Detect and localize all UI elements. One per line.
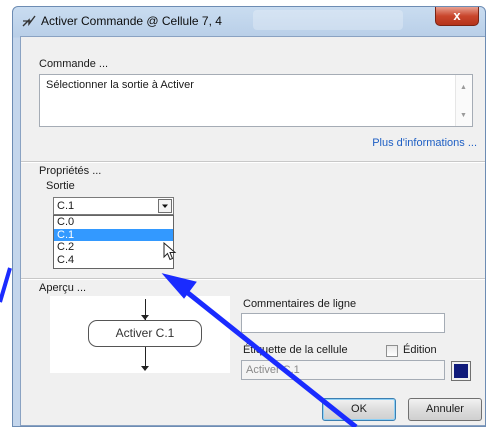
- scroll-up-icon[interactable]: ▲: [460, 84, 467, 91]
- app-icon: [22, 15, 36, 27]
- titlebar-reflection: [253, 10, 403, 30]
- option-c4[interactable]: C.4: [54, 254, 173, 267]
- command-textbox[interactable]: Sélectionner la sortie à Activer ▲ ▼: [39, 74, 473, 127]
- preview-group-label: Aperçu ...: [39, 282, 87, 294]
- mouse-cursor-icon: [163, 242, 177, 261]
- line-comments-input[interactable]: [241, 313, 445, 333]
- output-dropdown-list: C.0 C.1 C.2 C.4: [53, 215, 174, 269]
- properties-group-label: Propriétés ...: [39, 165, 102, 177]
- chevron-down-icon: [162, 204, 168, 208]
- command-group-label: Commande ...: [39, 58, 109, 70]
- ok-button[interactable]: OK: [322, 398, 396, 421]
- line-comments-label: Commentaires de ligne: [243, 298, 357, 310]
- annotation-arrow-left: [0, 267, 12, 303]
- output-select[interactable]: C.1: [53, 197, 174, 215]
- cell-label-input[interactable]: Activer C.1: [241, 360, 445, 380]
- output-selected-value: C.1: [57, 200, 75, 212]
- more-info-link[interactable]: Plus d'informations ...: [372, 137, 477, 149]
- option-c1[interactable]: C.1: [54, 228, 173, 241]
- preview-flow-box: Activer C.1: [88, 320, 202, 347]
- cell-label-value: Activer C.1: [246, 364, 300, 376]
- close-button[interactable]: x: [435, 7, 479, 26]
- title-bar[interactable]: Activer Commande @ Cellule 7, 4 x: [13, 7, 485, 35]
- edit-checkbox[interactable]: [386, 345, 398, 357]
- color-swatch: [454, 364, 468, 378]
- section-divider: [21, 161, 485, 163]
- scroll-down-icon[interactable]: ▼: [460, 112, 467, 119]
- command-text: Sélectionner la sortie à Activer: [46, 79, 194, 91]
- color-picker-button[interactable]: [451, 361, 471, 381]
- command-scrollbar[interactable]: ▲ ▼: [455, 75, 472, 126]
- cancel-button[interactable]: Annuler: [408, 398, 482, 421]
- option-c0[interactable]: C.0: [54, 216, 173, 229]
- edit-checkbox-label: Édition: [403, 344, 437, 356]
- flow-arrow-down-icon: [141, 366, 149, 371]
- dropdown-button[interactable]: [158, 199, 172, 213]
- window-title: Activer Commande @ Cellule 7, 4: [41, 14, 222, 28]
- option-c2[interactable]: C.2: [54, 241, 173, 254]
- close-icon: x: [453, 8, 461, 23]
- section-divider: [21, 278, 485, 280]
- output-label: Sortie: [46, 180, 75, 192]
- cell-label-caption: Étiquette de la cellule: [243, 344, 348, 356]
